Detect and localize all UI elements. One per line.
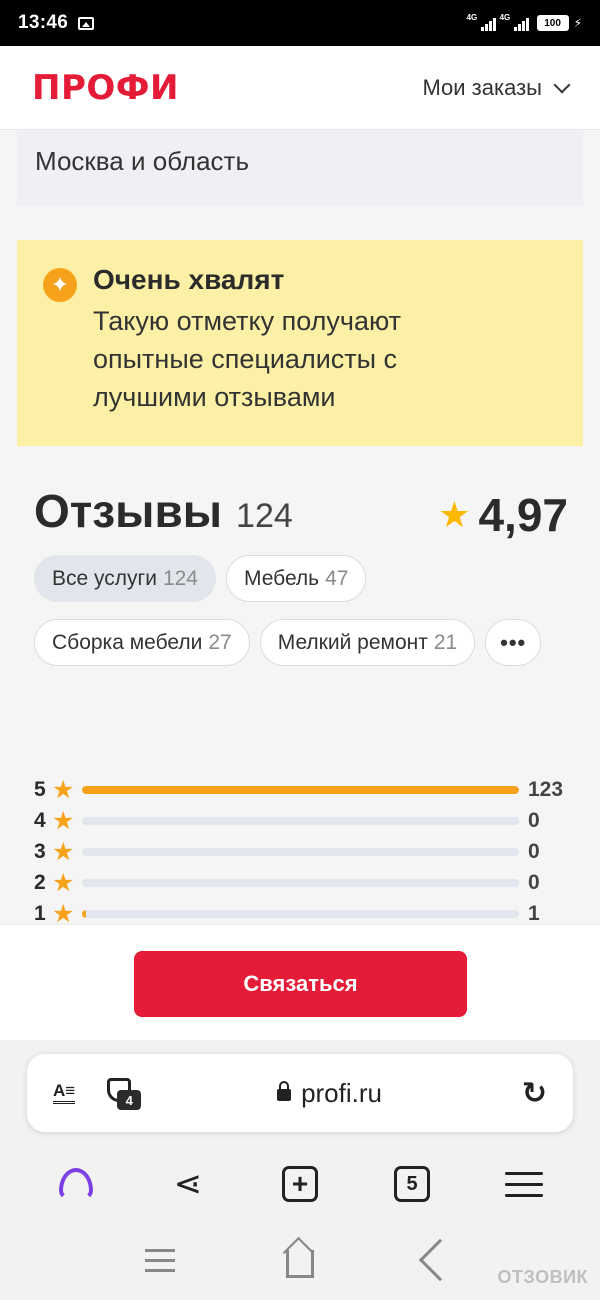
- url-text: profi.ru: [301, 1077, 382, 1108]
- recent-apps-icon[interactable]: [145, 1248, 176, 1272]
- praise-description: Такую отметку получают опытные специалис…: [93, 306, 402, 412]
- rating-row-2[interactable]: 2 ★ 0: [34, 867, 574, 898]
- browser-toolbar: A≡ 4 profi.ru ↻ ⋖ + 5: [0, 1040, 600, 1220]
- reload-icon[interactable]: ↻: [522, 1076, 547, 1111]
- chevron-down-icon: [553, 76, 571, 93]
- alice-icon: [59, 1168, 93, 1200]
- battery-icon: 100: [536, 15, 569, 31]
- praise-title: Очень хвалят: [93, 264, 285, 295]
- praise-content: Очень хвалят Такую отметку получают опыт…: [93, 264, 493, 446]
- rating-bar-track: [82, 909, 519, 918]
- reviews-title: Отзывы: [34, 485, 223, 537]
- plus-icon: +: [282, 1166, 318, 1202]
- chip-minor-repair[interactable]: Мелкий ремонт 21: [259, 619, 476, 666]
- reader-mode-icon[interactable]: A≡: [53, 1082, 76, 1104]
- service-filter-chips: Все услуги 124 Мебель 47 Сборка мебели 27 М…: [34, 555, 574, 666]
- contact-button[interactable]: Связаться: [134, 951, 467, 1017]
- hamburger-icon: [505, 1171, 543, 1197]
- contact-bar: Связаться: [0, 924, 600, 1040]
- chip-furniture-assembly[interactable]: Сборка мебели 27: [34, 619, 250, 666]
- rating-bar-track: [82, 847, 519, 856]
- rating-distribution: 5 ★ 123 4 ★ 0 3 ★ 0 2 ★ 0 1 ★ 1: [34, 774, 574, 929]
- average-rating: ★ 4,97: [438, 488, 568, 542]
- browser-menu-button[interactable]: [494, 1159, 554, 1209]
- back-icon[interactable]: [418, 1238, 461, 1282]
- chip-all-services[interactable]: Все услуги 124: [34, 555, 216, 602]
- shield-icon[interactable]: 4: [107, 1078, 142, 1110]
- rating-bar-fill: [82, 785, 519, 794]
- region-text: Москва и область: [35, 146, 250, 176]
- rating-bar-track: [82, 878, 519, 887]
- address-bar[interactable]: A≡ 4 profi.ru ↻: [27, 1054, 573, 1132]
- rating-bar-fill: [82, 909, 86, 918]
- tabs-button[interactable]: 5: [382, 1159, 442, 1209]
- signal-2-icon: 4G: [500, 13, 529, 31]
- share-button[interactable]: ⋖: [158, 1159, 218, 1209]
- browser-nav-row: ⋖ + 5: [0, 1156, 600, 1212]
- more-chips-button[interactable]: •••: [485, 619, 542, 666]
- rating-bar-track: [82, 785, 519, 794]
- watermark: ОТЗОВИК: [497, 1267, 588, 1287]
- new-tab-button[interactable]: +: [270, 1159, 330, 1209]
- my-orders-label: Мои заказы: [422, 74, 542, 100]
- rating-row-4[interactable]: 4 ★ 0: [34, 805, 574, 836]
- star-icon: ★: [52, 837, 75, 866]
- site-header: ПРОФИ Мои заказы: [0, 46, 600, 130]
- charging-icon: ⚡: [573, 16, 582, 30]
- reviews-header: Отзывы 124 ★ 4,97: [34, 484, 568, 542]
- tabs-count-icon: 5: [394, 1166, 430, 1202]
- sparkle-badge-icon: ✦: [43, 268, 77, 302]
- star-icon: ★: [438, 494, 471, 535]
- signal-1-icon: 4G: [467, 13, 496, 31]
- profi-logo[interactable]: ПРОФИ: [32, 68, 179, 108]
- my-orders-dropdown[interactable]: Мои заказы: [422, 74, 571, 101]
- home-icon[interactable]: [285, 1250, 314, 1278]
- region-box: Москва и область: [17, 130, 583, 206]
- gallery-notification-icon: [78, 16, 95, 30]
- android-navigation-bar: ОТЗОВИК: [0, 1220, 600, 1300]
- star-icon: ★: [52, 775, 75, 804]
- reviews-count: 124: [236, 497, 293, 535]
- rating-value: 4,97: [478, 489, 568, 541]
- praise-badge-box: ✦ Очень хвалят Такую отметку получают оп…: [17, 240, 583, 446]
- status-indicators: 4G 4G 100 ⚡: [467, 13, 582, 31]
- lock-icon: [277, 1081, 292, 1101]
- rating-row-5[interactable]: 5 ★ 123: [34, 774, 574, 805]
- status-time: 13:46: [18, 12, 69, 33]
- share-icon: ⋖: [173, 1165, 203, 1203]
- chip-furniture[interactable]: Мебель 47: [225, 555, 367, 602]
- url-display[interactable]: profi.ru: [277, 1078, 382, 1109]
- star-icon: ★: [52, 868, 75, 897]
- rating-bar-track: [82, 816, 519, 825]
- rating-row-3[interactable]: 3 ★ 0: [34, 836, 574, 867]
- shield-badge: 4: [117, 1090, 142, 1110]
- status-bar: 13:46 4G 4G 100 ⚡: [0, 0, 600, 46]
- star-icon: ★: [52, 806, 75, 835]
- alice-assistant-button[interactable]: [46, 1159, 106, 1209]
